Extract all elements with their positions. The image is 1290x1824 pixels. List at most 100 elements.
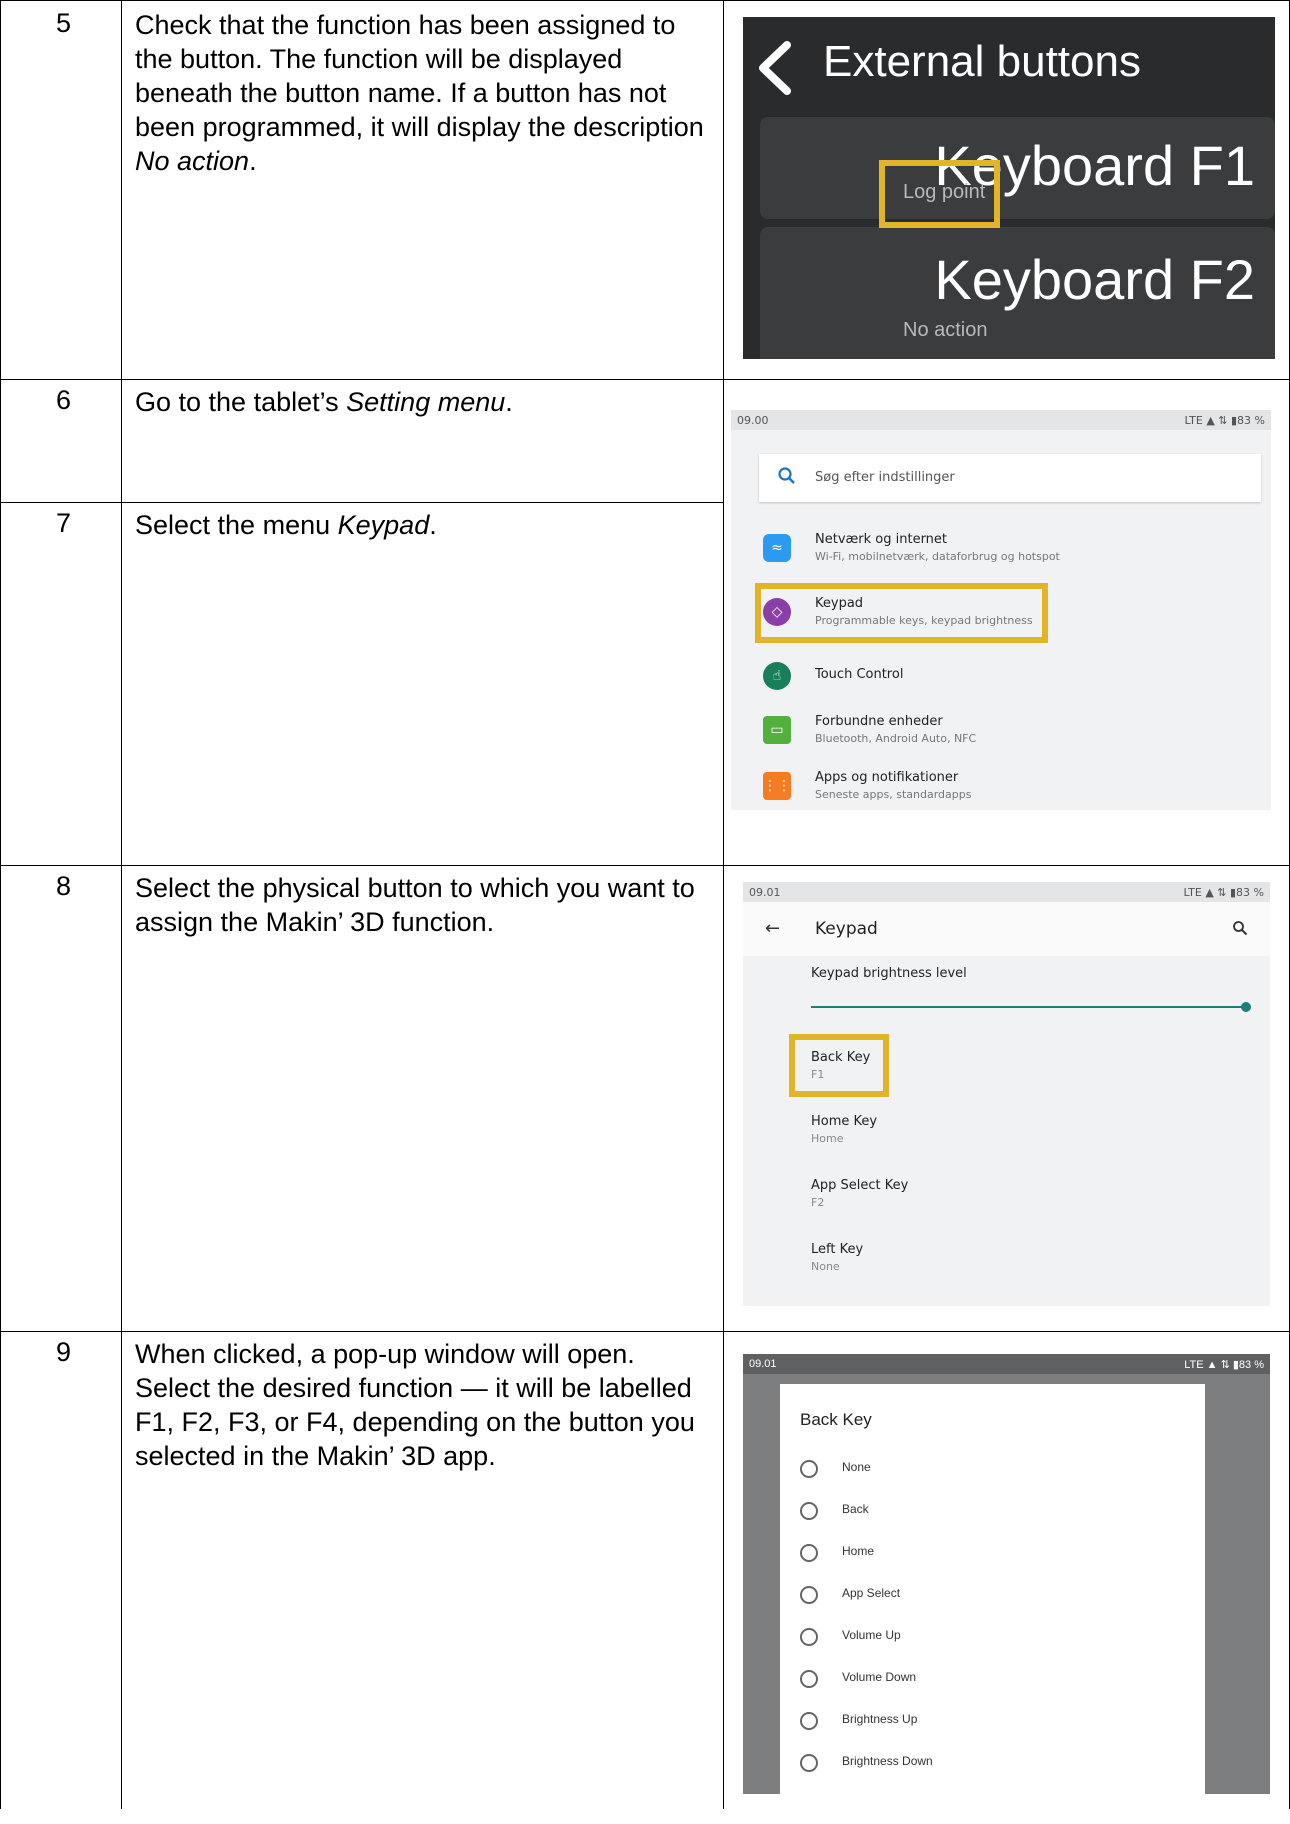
settings-item-touch-control[interactable]: ☝ Touch Control — [731, 654, 1271, 704]
table-border-col1 — [121, 0, 122, 1809]
touch-icon: ☝ — [763, 662, 791, 690]
step-text: Check that the function has been assigne… — [135, 8, 705, 178]
table-border-top — [0, 0, 1290, 1]
step-text-italic: Keypad — [337, 510, 430, 540]
highlight-box — [755, 583, 1048, 643]
page-title: Keypad — [815, 919, 878, 939]
search-icon[interactable] — [1232, 920, 1248, 936]
brightness-slider[interactable] — [811, 1002, 1251, 1012]
radio-button-icon[interactable] — [800, 1670, 818, 1688]
row-divider — [0, 1331, 1290, 1332]
radio-button-icon[interactable] — [800, 1628, 818, 1646]
step-text: When clicked, a pop-up window will open.… — [135, 1339, 695, 1471]
key-title: Left Key — [811, 1242, 864, 1257]
status-icons: LTE ▲ ⇅ ▮83 % — [1184, 414, 1265, 427]
keypad-toolbar: ← Keypad — [743, 902, 1270, 956]
item-subtitle: Seneste apps, standardapps — [815, 788, 972, 801]
step-text-end: . — [249, 146, 257, 176]
item-title: Touch Control — [815, 667, 904, 682]
external-button-card[interactable]: Keyboard F1 Log point — [760, 117, 1275, 219]
external-buttons-screenshot: External buttons Keyboard F1 Log point K… — [743, 17, 1275, 359]
item-title: Netværk og internet — [815, 532, 948, 547]
settings-search-box[interactable]: Søg efter indstillinger — [759, 454, 1261, 502]
radio-button-icon[interactable] — [800, 1712, 818, 1730]
devices-icon: ▭ — [763, 716, 791, 744]
button-name: Keyboard F2 — [934, 248, 1255, 311]
option-label: Back — [842, 1502, 869, 1516]
option-label: None — [842, 1460, 871, 1474]
option-label: Volume Down — [842, 1670, 917, 1684]
option-label: Home — [842, 1544, 875, 1558]
search-placeholder: Søg efter indstillinger — [815, 470, 955, 485]
item-subtitle: Wi-Fi, mobilnetværk, dataforbrug og hots… — [815, 550, 1060, 563]
dialog-title: Back Key — [800, 1410, 872, 1429]
dialog-screenshot: 09.01 LTE ▲ ⇅ ▮83 % Back Key None Back H… — [743, 1354, 1270, 1824]
radio-button-icon[interactable] — [800, 1544, 818, 1562]
key-value: Home — [811, 1132, 844, 1145]
key-value: F2 — [811, 1196, 825, 1209]
back-key-dialog: Back Key None Back Home App Select Volum… — [780, 1384, 1205, 1824]
search-icon — [778, 467, 795, 484]
status-bar: 09.01 LTE ▲ ⇅ ▮83 % — [743, 1354, 1270, 1374]
clock: 09.01 — [749, 886, 781, 899]
step-text-italic: Setting menu — [346, 387, 506, 417]
screen-title: External buttons — [823, 37, 1141, 86]
step-number: 7 — [56, 508, 72, 538]
key-item-left[interactable]: Left Key None — [811, 1242, 863, 1273]
step-number: 6 — [56, 385, 72, 415]
step-text-main: Check that the function has been assigne… — [135, 10, 704, 142]
step-text-end: . — [505, 387, 513, 417]
option-label: Brightness Up — [842, 1712, 918, 1726]
step-text: Select the physical button to which you … — [135, 873, 695, 937]
table-border-col2 — [723, 0, 724, 1809]
row-divider — [0, 865, 1290, 866]
clock: 09.00 — [737, 414, 769, 427]
status-icons: LTE ▲ ⇅ ▮83 % — [1183, 886, 1264, 899]
step-text: Select the menu Keypad. — [135, 508, 705, 542]
key-value: None — [811, 1260, 840, 1273]
item-title: Forbundne enheder — [815, 714, 943, 729]
step-number: 8 — [56, 871, 72, 901]
option-label: Brightness Down — [842, 1754, 933, 1768]
key-title: App Select Key — [811, 1178, 909, 1193]
step-text-main: Select the menu — [135, 510, 331, 540]
wifi-icon: ≈ — [763, 534, 791, 562]
key-item-app-select[interactable]: App Select Key F2 — [811, 1178, 908, 1209]
step-text-italic: No action — [135, 146, 250, 176]
settings-item-devices[interactable]: ▭ Forbundne enheder Bluetooth, Android A… — [731, 708, 1271, 758]
highlight-box — [879, 160, 1000, 228]
radio-button-icon[interactable] — [800, 1586, 818, 1604]
row-divider — [0, 502, 723, 503]
slider-thumb[interactable] — [1241, 1002, 1251, 1012]
settings-item-apps[interactable]: ⋮⋮ Apps og notifikationer Seneste apps, … — [731, 764, 1271, 810]
table-border-left — [0, 0, 1, 1809]
key-title: Home Key — [811, 1114, 878, 1129]
status-bar: 09.01 LTE ▲ ⇅ ▮83 % — [743, 882, 1270, 902]
back-chevron-icon[interactable] — [753, 41, 799, 95]
option-label: Volume Up — [842, 1628, 901, 1642]
back-arrow-icon[interactable]: ← — [765, 918, 780, 939]
radio-button-icon[interactable] — [800, 1502, 818, 1520]
settings-screenshot: 09.00 LTE ▲ ⇅ ▮83 % Søg efter indstillin… — [731, 410, 1271, 810]
radio-button-icon[interactable] — [800, 1754, 818, 1772]
apps-icon: ⋮⋮ — [763, 772, 791, 800]
settings-item-network[interactable]: ≈ Netværk og internet Wi-Fi, mobilnetvær… — [731, 526, 1271, 576]
external-button-card[interactable]: Keyboard F2 No action — [760, 227, 1275, 359]
brightness-label: Keypad brightness level — [811, 966, 967, 981]
highlight-box — [789, 1034, 889, 1097]
status-bar: 09.00 LTE ▲ ⇅ ▮83 % — [731, 410, 1271, 430]
radio-button-icon[interactable] — [800, 1460, 818, 1478]
brightness-label-text: Keypad brightness level — [811, 966, 967, 981]
option-label: App Select — [842, 1586, 901, 1600]
step-number: 9 — [56, 1337, 72, 1367]
slider-track — [811, 1006, 1247, 1008]
item-subtitle: Bluetooth, Android Auto, NFC — [815, 732, 977, 745]
step-text: Go to the tablet’s Setting menu. — [135, 385, 705, 419]
row-divider — [0, 379, 1290, 380]
item-title: Apps og notifikationer — [815, 770, 959, 785]
step-number: 5 — [56, 8, 72, 38]
key-item-home[interactable]: Home Key Home — [811, 1114, 877, 1145]
keypad-screenshot: 09.01 LTE ▲ ⇅ ▮83 % ← Keypad Keypad brig… — [743, 882, 1270, 1306]
clock: 09.01 — [749, 1358, 777, 1370]
status-icons: LTE ▲ ⇅ ▮83 % — [1184, 1359, 1264, 1371]
